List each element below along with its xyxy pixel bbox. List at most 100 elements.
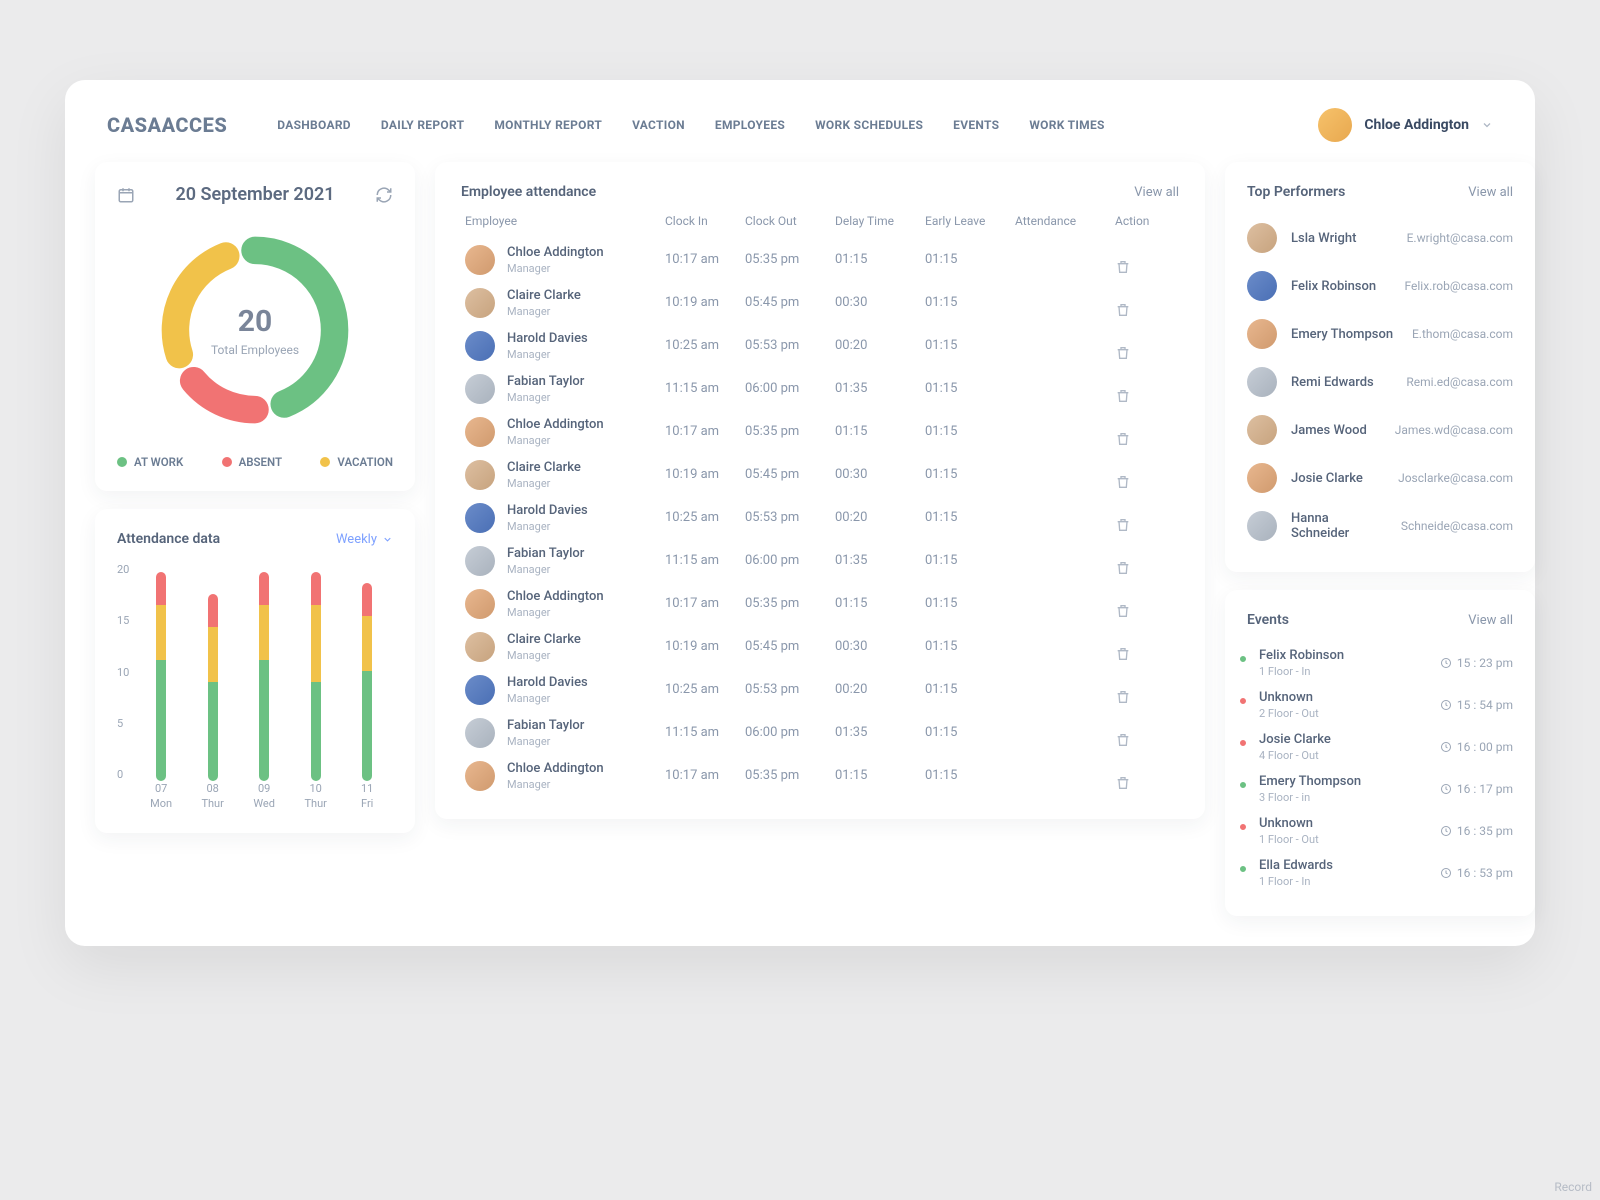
attendance-view-all[interactable]: View all (1134, 185, 1179, 200)
attendance-bar-chart: 20151050 07Mon08Thur09Wed10Thur11Fri (117, 561, 393, 811)
total-employees-label: Total Employees (211, 343, 299, 357)
performer-row[interactable]: Lsla WrightE.wright@casa.com (1247, 214, 1513, 262)
employee-role: Manager (507, 606, 604, 619)
trash-icon[interactable] (1115, 689, 1175, 705)
event-row[interactable]: Josie Clarke4 Floor - Out16 : 00 pm (1247, 726, 1513, 768)
performer-row[interactable]: Remi EdwardsRemi.ed@casa.com (1247, 358, 1513, 406)
employee-cell: Chloe AddingtonManager (465, 761, 665, 791)
performer-name: Emery Thompson (1291, 327, 1398, 342)
nav-item-work-times[interactable]: WORK TIMES (1029, 118, 1104, 132)
x-tick: 08Thur (201, 782, 223, 811)
top-performers-view-all[interactable]: View all (1468, 185, 1513, 200)
trash-icon[interactable] (1115, 345, 1175, 361)
avatar (465, 632, 495, 662)
status-dot-icon (1238, 864, 1248, 874)
nav-item-vaction[interactable]: VACTION (632, 118, 685, 132)
table-row[interactable]: Fabian TaylorManager11:15 am06:00 pm01:3… (461, 367, 1179, 410)
event-name: Felix Robinson (1259, 648, 1428, 663)
table-row[interactable]: Harold DaviesManager10:25 am05:53 pm00:2… (461, 496, 1179, 539)
table-row[interactable]: Fabian TaylorManager11:15 am06:00 pm01:3… (461, 711, 1179, 754)
bar-column: 09Wed (259, 561, 269, 781)
performer-email: Schneide@casa.com (1401, 519, 1513, 533)
event-row[interactable]: Unknown2 Floor - Out15 : 54 pm (1247, 684, 1513, 726)
table-row[interactable]: Chloe AddingtonManager10:17 am05:35 pm01… (461, 582, 1179, 625)
trash-icon[interactable] (1115, 517, 1175, 533)
performer-row[interactable]: Emery ThompsonE.thom@casa.com (1247, 310, 1513, 358)
table-row[interactable]: Harold DaviesManager10:25 am05:53 pm00:2… (461, 668, 1179, 711)
event-row[interactable]: Ella Edwards1 Floor - In16 : 53 pm (1247, 852, 1513, 894)
row-action (1115, 502, 1175, 533)
events-card: Events View all Felix Robinson1 Floor - … (1225, 590, 1535, 916)
table-row[interactable]: Claire ClarkeManager10:19 am05:45 pm00:3… (461, 453, 1179, 496)
avatar (1247, 319, 1277, 349)
trash-icon[interactable] (1115, 560, 1175, 576)
employee-cell: Chloe AddingtonManager (465, 417, 665, 447)
employee-name: Harold Davies (507, 675, 588, 690)
events-title: Events (1247, 612, 1289, 628)
row-action (1115, 459, 1175, 490)
table-row[interactable]: Chloe AddingtonManager10:17 am05:35 pm01… (461, 754, 1179, 797)
table-row[interactable]: Claire ClarkeManager10:19 am05:45 pm00:3… (461, 281, 1179, 324)
trash-icon[interactable] (1115, 388, 1175, 404)
event-row[interactable]: Felix Robinson1 Floor - In15 : 23 pm (1247, 642, 1513, 684)
table-row[interactable]: Fabian TaylorManager11:15 am06:00 pm01:3… (461, 539, 1179, 582)
nav-item-work-schedules[interactable]: WORK SCHEDULES (815, 118, 923, 132)
table-row[interactable]: Claire ClarkeManager10:19 am05:45 pm00:3… (461, 625, 1179, 668)
avatar (465, 546, 495, 576)
nav-item-daily-report[interactable]: DAILY REPORT (381, 118, 464, 132)
trash-icon[interactable] (1115, 431, 1175, 447)
employee-name: Chloe Addington (507, 761, 604, 776)
event-sub: 4 Floor - Out (1259, 749, 1428, 762)
bar-segment (208, 594, 218, 627)
bar-segment (259, 660, 269, 781)
trash-icon[interactable] (1115, 775, 1175, 791)
performer-name: Felix Robinson (1291, 279, 1391, 294)
trash-icon[interactable] (1115, 732, 1175, 748)
table-row[interactable]: Harold DaviesManager10:25 am05:53 pm00:2… (461, 324, 1179, 367)
employee-cell: Harold DaviesManager (465, 331, 665, 361)
event-row[interactable]: Emery Thompson3 Floor - in16 : 17 pm (1247, 768, 1513, 810)
employee-cell: Claire ClarkeManager (465, 460, 665, 490)
trash-icon[interactable] (1115, 603, 1175, 619)
user-name: Chloe Addington (1364, 117, 1469, 133)
clock-out: 05:53 pm (745, 338, 835, 353)
performer-row[interactable]: James WoodJames.wd@casa.com (1247, 406, 1513, 454)
nav-item-dashboard[interactable]: DASHBOARD (277, 118, 351, 132)
table-row[interactable]: Chloe AddingtonManager10:17 am05:35 pm01… (461, 410, 1179, 453)
period-select[interactable]: Weekly (336, 532, 393, 547)
clock-out: 06:00 pm (745, 381, 835, 396)
col-header: Attendance (1015, 214, 1115, 228)
trash-icon[interactable] (1115, 646, 1175, 662)
delay-time: 00:30 (835, 295, 925, 310)
employee-name: Claire Clarke (507, 632, 581, 647)
performer-row[interactable]: Josie ClarkeJosclarke@casa.com (1247, 454, 1513, 502)
trash-icon[interactable] (1115, 302, 1175, 318)
refresh-icon[interactable] (375, 186, 393, 204)
clock-icon (1440, 867, 1452, 879)
event-time: 16 : 17 pm (1440, 782, 1513, 796)
top-performers-card: Top Performers View all Lsla WrightE.wri… (1225, 162, 1535, 572)
delay-time: 00:20 (835, 510, 925, 525)
delay-time: 01:15 (835, 424, 925, 439)
events-view-all[interactable]: View all (1468, 613, 1513, 628)
attendance-status (1015, 467, 1115, 482)
nav-item-employees[interactable]: EMPLOYEES (715, 118, 785, 132)
event-sub: 1 Floor - Out (1259, 833, 1428, 846)
attendance-status (1015, 381, 1115, 396)
early-leave: 01:15 (925, 467, 1015, 482)
performer-row[interactable]: Felix RobinsonFelix.rob@casa.com (1247, 262, 1513, 310)
nav-item-events[interactable]: EVENTS (953, 118, 999, 132)
event-row[interactable]: Unknown1 Floor - Out16 : 35 pm (1247, 810, 1513, 852)
bar-segment (362, 616, 372, 671)
status-dot-icon (1238, 822, 1248, 832)
calendar-icon[interactable] (117, 186, 135, 204)
trash-icon[interactable] (1115, 474, 1175, 490)
nav-item-monthly-report[interactable]: MONTHLY REPORT (494, 118, 602, 132)
user-menu[interactable]: Chloe Addington (1318, 108, 1493, 142)
performer-row[interactable]: Hanna SchneiderSchneide@casa.com (1247, 502, 1513, 550)
row-action (1115, 674, 1175, 705)
clock-in: 11:15 am (665, 381, 745, 396)
table-row[interactable]: Chloe AddingtonManager10:17 am05:35 pm01… (461, 238, 1179, 281)
trash-icon[interactable] (1115, 259, 1175, 275)
row-action (1115, 545, 1175, 576)
